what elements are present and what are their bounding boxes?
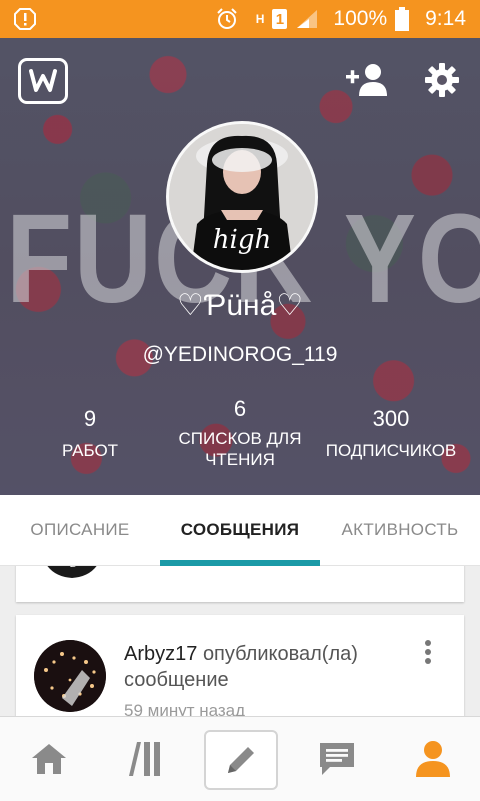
profile-avatar[interactable]: high: [166, 121, 318, 273]
messages-icon[interactable]: [302, 717, 372, 801]
profile-icon[interactable]: [398, 717, 468, 801]
alarm-icon: [216, 8, 238, 30]
post-action: опубликовал(ла): [202, 643, 358, 665]
profile-header: FUCK YOU: [0, 38, 480, 495]
sim-badge: 1: [272, 9, 288, 29]
stat-works-count: 9: [83, 406, 97, 431]
post-timestamp: 59 минут назад: [124, 701, 246, 716]
bottom-navigation: [0, 716, 480, 801]
tab-activity[interactable]: АКТИВНОСТЬ: [320, 495, 480, 565]
stat-followers-count: 300: [372, 406, 410, 431]
stat-reading-lists-count: 6: [233, 396, 247, 421]
previous-card-avatar: high: [36, 566, 108, 582]
post-text: Arbyz17 опубликовал(ла) сообщение: [124, 641, 414, 693]
post-author[interactable]: Arbyz17: [124, 643, 197, 665]
stat-works-label: РАБОТ: [61, 441, 119, 460]
stat-reading-lists[interactable]: 6 СПИСКОВ ДЛЯ ЧТЕНИЯ: [165, 396, 315, 470]
message-card-previous[interactable]: high: [16, 566, 464, 602]
stat-reading-lists-label-line2: ЧТЕНИЯ: [205, 450, 275, 469]
battery-icon: [395, 7, 410, 31]
add-user-icon[interactable]: [346, 62, 390, 98]
stat-works[interactable]: 9 РАБОТ: [40, 406, 140, 461]
post-object: сообщение: [124, 669, 229, 691]
status-bar: H 1 100% 9:14: [0, 0, 480, 38]
username: @YEDINOROG_119: [142, 343, 338, 366]
display-name: ♡Ƥüнå♡: [176, 289, 304, 322]
signal-icon: [295, 8, 319, 30]
svg-text:high: high: [55, 566, 89, 568]
author-avatar[interactable]: [34, 640, 106, 712]
message-card[interactable]: Arbyz17 опубликовал(ла) сообщение 59 мин…: [16, 615, 464, 716]
wattpad-logo-icon[interactable]: [18, 58, 68, 104]
library-icon[interactable]: [110, 717, 180, 801]
profile-tabs: ОПИСАНИЕ СООБЩЕНИЯ АКТИВНОСТЬ: [0, 495, 480, 566]
stat-followers-label: ПОДПИСЧИКОВ: [325, 441, 457, 460]
network-type: H: [255, 12, 265, 26]
tab-messages[interactable]: СООБЩЕНИЯ: [160, 495, 320, 566]
battery-percent: 100%: [333, 7, 388, 30]
more-vert-icon[interactable]: [420, 639, 436, 669]
home-icon[interactable]: [14, 717, 84, 801]
svg-text:high: high: [213, 225, 271, 255]
stat-followers[interactable]: 300 ПОДПИСЧИКОВ: [318, 406, 464, 461]
stat-reading-lists-label-line1: СПИСКОВ ДЛЯ: [178, 429, 302, 448]
tab-description[interactable]: ОПИСАНИЕ: [0, 495, 160, 565]
messages-feed[interactable]: high Arbyz17 опубликовал(ла) сообщение 5…: [0, 566, 480, 716]
alert-icon: [14, 8, 36, 36]
gear-icon[interactable]: [424, 62, 460, 98]
write-icon[interactable]: [204, 730, 278, 790]
clock: 9:14: [425, 7, 466, 30]
